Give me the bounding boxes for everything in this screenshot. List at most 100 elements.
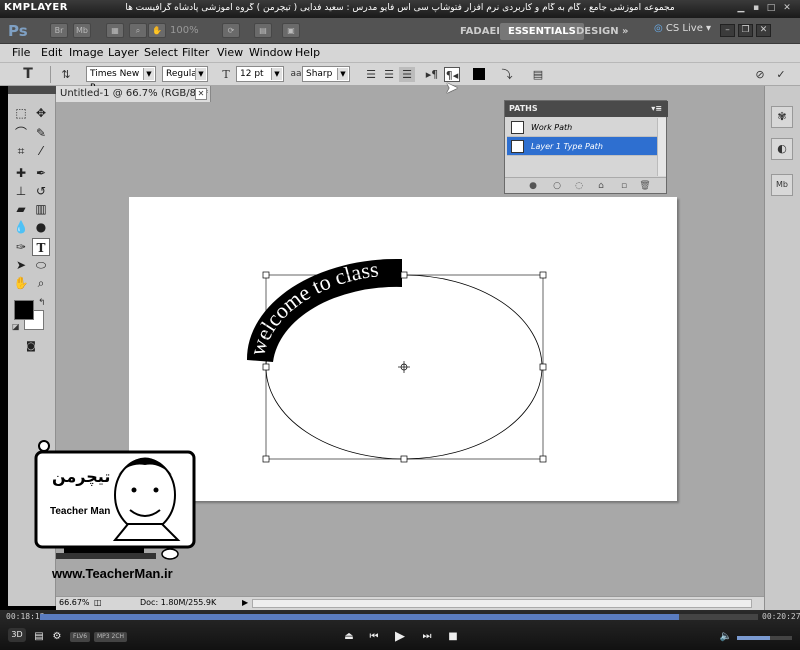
align-left-icon[interactable]: ☰ [363,67,379,82]
three-d-button[interactable]: 3D [8,628,26,642]
next-icon[interactable]: ⏭ [420,630,434,644]
hand-tool-icon[interactable]: ✋ [148,23,166,38]
menu-view[interactable]: View [217,46,243,59]
settings-gear-icon[interactable]: ⚙ [50,630,64,644]
arrange-documents-icon[interactable]: ▤ [254,23,272,38]
load-path-selection-icon[interactable]: ◌ [573,180,585,192]
pin-icon[interactable]: ▪ [750,3,762,14]
maximize-icon[interactable]: □ [765,3,777,14]
status-menu-arrow-icon[interactable]: ▶ [242,598,248,607]
status-info-icon[interactable]: ◫ [94,598,102,607]
align-right-icon[interactable]: ☰ [399,67,415,82]
font-style-select[interactable]: Regular ▼ [162,66,208,82]
move-tool-icon[interactable]: ✥ [32,104,50,122]
commit-edit-icon[interactable]: ✓ [773,67,789,82]
swap-colors-icon[interactable]: ↰ [38,298,46,308]
color-panel-icon[interactable]: ✾ [771,106,793,128]
healing-brush-icon[interactable]: ✚ [12,164,30,182]
quick-mask-icon[interactable]: ◙ [22,338,40,356]
menu-filter[interactable]: Filter [182,46,209,59]
document-tab[interactable]: Untitled-1 @ 66.7% (RGB/8) * [56,86,211,102]
text-orientation-icon[interactable]: ⇅ [58,67,74,82]
type-tool-preset-icon[interactable]: T [20,67,36,82]
align-center-icon[interactable]: ☰ [381,67,397,82]
default-colors-icon[interactable]: ◪ [12,322,20,331]
play-icon[interactable]: ▶ [393,630,407,644]
stop-icon[interactable]: ■ [446,630,460,644]
eyedropper-icon[interactable]: ⁄ [32,142,50,160]
font-size-select[interactable]: 12 pt ▼ [236,66,284,82]
zoom-level-select[interactable]: 100% [170,23,214,38]
close-document-icon[interactable]: ✕ [195,88,207,100]
horizontal-scrollbar[interactable] [252,599,752,608]
blur-tool-icon[interactable]: 💧 [12,218,30,236]
marquee-tool-icon[interactable]: ⬚ [12,104,30,122]
transform-handle[interactable] [400,455,408,463]
ps-restore-icon[interactable]: ❐ [738,24,753,37]
previous-icon[interactable]: ⏮ [367,630,381,644]
menu-help[interactable]: Help [295,46,320,59]
screen-mode-icon[interactable]: ▣ [282,23,300,38]
menu-layer[interactable]: Layer [108,46,139,59]
new-path-icon[interactable]: ▫ [618,180,630,192]
history-brush-icon[interactable]: ↺ [32,182,50,200]
foreground-color-swatch[interactable] [14,300,34,320]
character-panel-icon[interactable]: ▤ [530,67,546,82]
pen-tool-icon[interactable]: ✑ [12,238,30,256]
transform-handle[interactable] [262,271,270,279]
transform-handle[interactable] [400,271,408,279]
fill-path-icon[interactable]: ● [527,180,539,192]
ps-minimize-icon[interactable]: – [720,24,735,37]
font-family-select[interactable]: Times New R... ▼ [86,66,156,93]
warp-text-icon[interactable]: ⤵ [499,67,515,82]
transform-handle[interactable] [539,455,547,463]
close-icon[interactable]: ✕ [781,3,793,14]
paths-scrollbar[interactable] [657,118,666,176]
stroke-path-icon[interactable]: ○ [551,180,563,192]
zoom-tool-icon[interactable]: ⌕ [129,23,147,38]
delete-path-icon[interactable]: 🗑 [639,180,651,192]
quick-selection-icon[interactable]: ✎ [32,124,50,142]
menu-edit[interactable]: Edit [41,46,62,59]
transform-handle[interactable] [539,363,547,371]
path-item-work-path[interactable]: Work Path [507,118,657,137]
transform-handle[interactable] [262,455,270,463]
ps-close-icon[interactable]: ✕ [756,24,771,37]
status-zoom[interactable]: 66.67% [59,598,90,607]
shape-tool-icon[interactable]: ⬭ [32,256,50,274]
menu-file[interactable]: File [12,46,30,59]
transform-handle[interactable] [262,363,270,371]
make-work-path-icon[interactable]: ⌂ [595,180,607,192]
view-extras-icon[interactable]: ▦ [106,23,124,38]
text-color-swatch[interactable] [471,67,487,82]
mini-bridge-panel-icon[interactable]: Mb [771,174,793,196]
playlist-icon[interactable]: ▤ [32,630,46,644]
paths-panel-tab[interactable]: PATHS ▾≡ [505,101,668,117]
path-item-layer-1-type-path[interactable]: Layer 1 Type Path [507,137,657,156]
rotate-view-icon[interactable]: ⟳ [222,23,240,38]
menu-select[interactable]: Select [144,46,178,59]
text-direction-ltr-icon[interactable]: ▸¶ [424,67,440,82]
antialias-select[interactable]: Sharp ▼ [302,66,350,82]
lasso-tool-icon[interactable]: ⌒ [12,124,30,142]
dodge-tool-icon[interactable]: ● [32,218,50,236]
menu-window[interactable]: Window [249,46,292,59]
cancel-edit-icon[interactable]: ⊘ [752,67,768,82]
crop-tool-icon[interactable]: ⌗ [12,142,30,160]
transform-handle[interactable] [539,271,547,279]
menu-image[interactable]: Image [69,46,103,59]
zoom-tool-icon[interactable]: ⌕ [32,274,50,292]
more-workspaces-icon[interactable]: » [614,23,636,40]
eraser-icon[interactable]: ▰ [12,200,30,218]
adjustments-panel-icon[interactable]: ◐ [771,138,793,160]
panel-menu-icon[interactable]: ▾≡ [651,101,662,117]
gradient-icon[interactable]: ▥ [32,200,50,218]
cs-live-button[interactable]: ◎ CS Live ▾ [654,23,711,34]
hand-tool-icon[interactable]: ✋ [12,274,30,292]
bridge-icon[interactable]: Br [50,23,68,38]
volume-icon[interactable]: 🔈 [719,630,733,644]
transform-center-icon[interactable] [398,361,410,373]
mini-bridge-icon[interactable]: Mb [73,23,91,38]
path-selection-icon[interactable]: ➤ [12,256,30,274]
eject-icon[interactable]: ⏏ [342,630,356,644]
